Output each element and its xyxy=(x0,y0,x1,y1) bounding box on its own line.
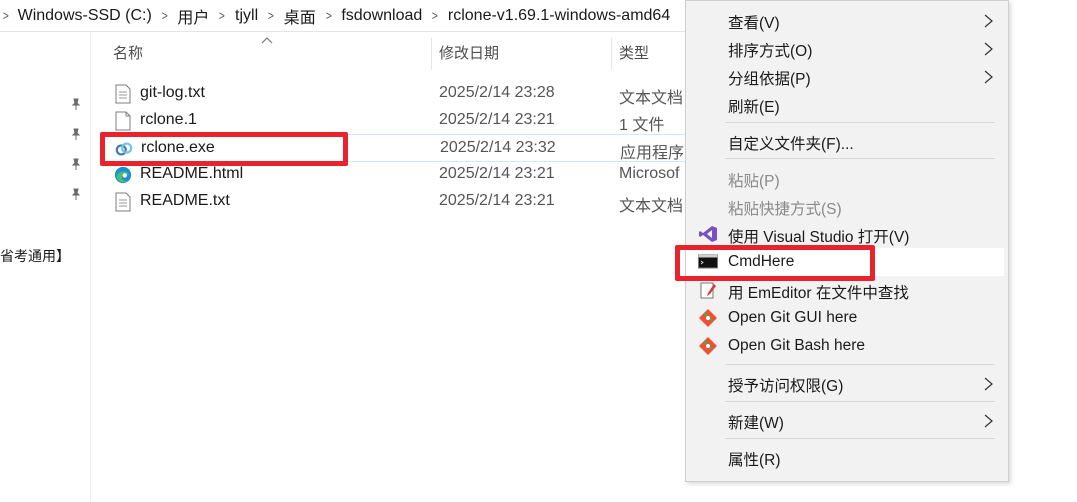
menu-item-group[interactable]: 分组依据(P) xyxy=(686,62,1008,90)
chevron-right-icon xyxy=(984,14,993,28)
menu-separator xyxy=(725,438,995,439)
menu-item-new[interactable]: 新建(W) xyxy=(686,406,1008,434)
chevron-right-icon xyxy=(984,70,993,84)
file-type: 1 文件 xyxy=(619,117,665,134)
pin-icon[interactable] xyxy=(70,158,82,170)
menu-item-paste[interactable]: 粘贴(P) xyxy=(686,164,1008,192)
menu-item-label: 属性(R) xyxy=(728,452,781,469)
menu-item-label: 粘贴快捷方式(S) xyxy=(728,201,842,218)
breadcrumb-current-folder[interactable]: rclone-v1.69.1-windows-amd64 xyxy=(448,7,670,25)
file-type: 文本文档 xyxy=(619,198,684,215)
text-file-icon xyxy=(115,84,131,104)
chevron-right-icon[interactable]: > xyxy=(219,8,225,23)
menu-separator xyxy=(725,122,995,123)
menu-item-properties[interactable]: 属性(R) xyxy=(686,443,1008,471)
file-row[interactable]: git-log.txt 2025/2/14 23:28 文本文档 xyxy=(100,80,700,107)
menu-item-label: CmdHere xyxy=(728,253,795,270)
file-type: Microsof xyxy=(619,165,680,182)
menu-item-label: 粘贴(P) xyxy=(728,173,780,190)
menu-item-paste-shortcut[interactable]: 粘贴快捷方式(S) xyxy=(686,192,1008,220)
file-date: 2025/2/14 23:21 xyxy=(439,111,555,128)
chevron-right-icon[interactable]: > xyxy=(432,8,438,23)
menu-item-label: 排序方式(O) xyxy=(728,43,813,60)
breadcrumb-drive[interactable]: Windows-SSD (C:) xyxy=(18,7,152,25)
git-icon xyxy=(699,309,717,327)
pin-icon[interactable] xyxy=(70,188,82,200)
file-name: README.txt xyxy=(140,192,230,209)
file-name: README.html xyxy=(140,165,244,182)
sort-ascending-icon xyxy=(261,37,273,44)
menu-item-label: Open Git GUI here xyxy=(728,309,858,326)
column-divider[interactable] xyxy=(611,38,612,70)
menu-item-sort[interactable]: 排序方式(O) xyxy=(686,34,1008,62)
text-file-icon xyxy=(115,192,131,212)
menu-item-label: Open Git Bash here xyxy=(728,337,865,354)
menu-item-label: 新建(W) xyxy=(728,415,784,432)
file-type: 文本文档 xyxy=(619,90,684,107)
rclone-app-icon xyxy=(115,142,133,156)
file-name: git-log.txt xyxy=(140,84,205,101)
file-type: 应用程序 xyxy=(620,145,685,162)
file-date: 2025/2/14 23:21 xyxy=(439,192,555,209)
file-date: 2025/2/14 23:32 xyxy=(440,139,556,156)
breadcrumb-user[interactable]: tjyll xyxy=(235,7,258,25)
menu-item-label: 查看(V) xyxy=(728,15,780,32)
menu-item-open-visual-studio[interactable]: 使用 Visual Studio 打开(V) xyxy=(686,220,1008,248)
file-date: 2025/2/14 23:28 xyxy=(439,84,555,101)
pin-icon[interactable] xyxy=(70,98,82,110)
file-row[interactable]: README.txt 2025/2/14 23:21 文本文档 xyxy=(100,188,700,215)
chevron-right-icon xyxy=(984,414,993,428)
menu-item-emeditor-find[interactable]: 用 EmEditor 在文件中查找 xyxy=(686,276,1008,304)
visual-studio-icon xyxy=(699,226,717,242)
emeditor-icon xyxy=(700,282,716,299)
menu-item-view[interactable]: 查看(V) xyxy=(686,6,1008,34)
file-icon xyxy=(115,111,131,131)
menu-item-refresh[interactable]: 刷新(E) xyxy=(686,90,1008,118)
address-bar[interactable]: > Windows-SSD (C:) > 用户 > tjyll > 桌面 > f… xyxy=(0,0,700,32)
menu-item-git-bash[interactable]: Open Git Bash here xyxy=(686,332,1008,360)
chevron-right-icon[interactable]: > xyxy=(326,8,332,23)
menu-item-git-gui[interactable]: Open Git GUI here xyxy=(686,304,1008,332)
breadcrumb-desktop[interactable]: 桌面 xyxy=(284,4,316,28)
context-menu: 查看(V) 排序方式(O) 分组依据(P) 刷新(E) 自定义文件夹(F)...… xyxy=(685,0,1009,482)
navigation-pane: 省考通用】 xyxy=(0,32,91,502)
breadcrumb-fsdownload[interactable]: fsdownload xyxy=(341,7,422,25)
pin-icon[interactable] xyxy=(70,128,82,140)
menu-item-label: 授予访问权限(G) xyxy=(728,378,844,395)
column-header-type[interactable]: 类型 xyxy=(619,32,649,72)
menu-separator xyxy=(725,401,995,402)
file-name: rclone.exe xyxy=(141,139,215,156)
file-row[interactable]: README.html 2025/2/14 23:21 Microsof xyxy=(100,161,700,188)
menu-item-label: 刷新(E) xyxy=(728,99,780,116)
file-name: rclone.1 xyxy=(140,111,197,128)
menu-item-customize-folder[interactable]: 自定义文件夹(F)... xyxy=(686,127,1008,155)
git-icon xyxy=(699,337,717,355)
edge-icon xyxy=(114,166,132,184)
nav-item-partial[interactable]: 省考通用】 xyxy=(0,246,70,266)
menu-item-label: 用 EmEditor 在文件中查找 xyxy=(728,285,909,302)
command-prompt-icon xyxy=(698,254,718,269)
file-date: 2025/2/14 23:21 xyxy=(439,165,555,182)
chevron-right-icon[interactable]: > xyxy=(268,8,274,23)
chevron-right-icon[interactable]: > xyxy=(162,8,168,23)
menu-item-cmdhere[interactable]: CmdHere xyxy=(686,248,1004,276)
menu-item-label: 使用 Visual Studio 打开(V) xyxy=(728,229,910,246)
chevron-right-icon xyxy=(984,42,993,56)
menu-separator xyxy=(725,158,995,159)
column-header-date[interactable]: 修改日期 xyxy=(439,32,499,72)
breadcrumb-users[interactable]: 用户 xyxy=(177,4,209,28)
chevron-right-icon[interactable]: > xyxy=(3,8,9,23)
menu-item-label: 分组依据(P) xyxy=(728,71,811,88)
file-row-selected[interactable]: rclone.exe 2025/2/14 23:32 应用程序 xyxy=(100,134,700,162)
column-header-name[interactable]: 名称 xyxy=(113,32,143,72)
menu-item-label: 自定义文件夹(F)... xyxy=(728,136,854,153)
chevron-right-icon xyxy=(984,377,993,391)
column-divider[interactable] xyxy=(431,38,432,70)
file-row[interactable]: rclone.1 2025/2/14 23:21 1 文件 xyxy=(100,107,700,134)
menu-item-grant-access[interactable]: 授予访问权限(G) xyxy=(686,369,1008,397)
menu-separator xyxy=(725,364,995,365)
